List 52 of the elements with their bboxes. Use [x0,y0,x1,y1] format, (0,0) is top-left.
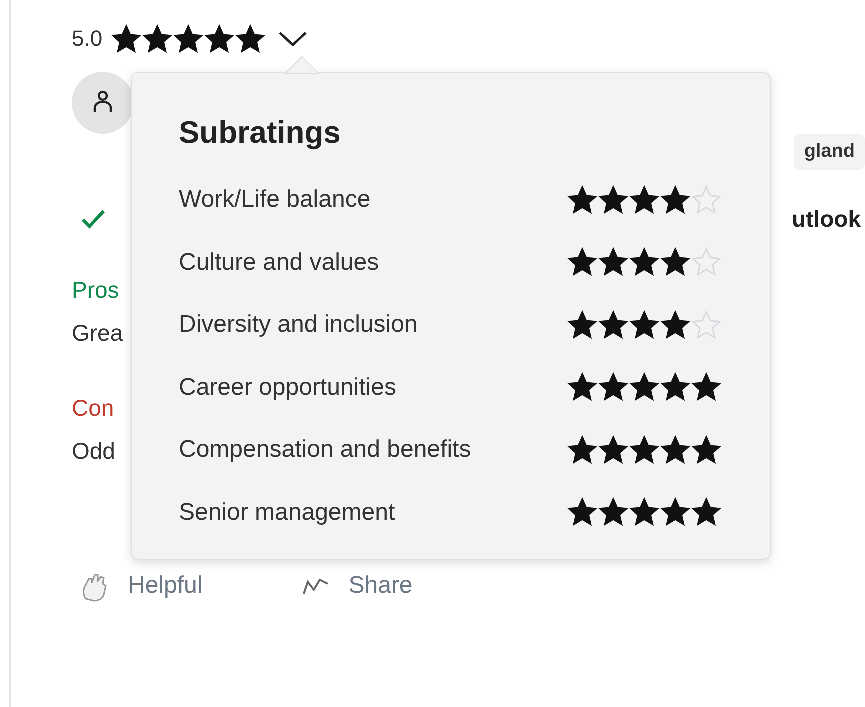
empty-star-icon [691,310,722,341]
star-icon [110,24,142,54]
subrating-label: Senior management [179,498,396,527]
cons-label: Con [72,395,114,422]
outlook-label: utlook [792,206,861,233]
chevron-down-icon[interactable] [278,29,308,49]
star-icon [629,372,660,404]
star-icon [142,24,173,54]
star-icon [660,247,691,278]
star-icon [660,184,691,216]
star-icon [598,497,629,528]
location-tag: gland [794,134,865,170]
subrating-label: Work/Life balance [179,186,371,214]
star-icon [660,372,691,404]
star-icon [567,372,598,404]
star-icon [660,497,691,528]
star-icon [598,247,629,278]
star-icon [598,184,629,216]
empty-star-icon [691,247,722,278]
star-icon [204,24,235,54]
star-icon [629,434,660,466]
empty-star-icon [691,184,722,216]
star-icon [567,310,598,341]
star-icon [567,434,598,466]
subrating-label: Diversity and inclusion [179,311,418,340]
star-icon [598,310,629,341]
star-icon [629,184,660,216]
helpful-link[interactable]: Helpful [128,572,203,600]
star-icon [629,497,660,528]
star-icon [567,497,598,528]
subrating-label: Compensation and benefits [179,436,472,464]
star-icon [598,434,629,466]
subrating-label: Culture and values [179,248,380,277]
star-icon [660,310,691,341]
popup-title: Subratings [179,115,341,151]
star-icon [691,372,722,404]
star-icon [172,24,204,54]
star-icon [629,310,660,341]
rating-value: 5.0 [72,26,103,52]
pros-label: Pros [72,277,120,304]
star-icon [567,184,598,216]
star-icon [660,434,691,466]
share-link[interactable]: Share [348,572,413,600]
star-icon [234,24,266,54]
star-icon [691,434,722,466]
star-icon [567,247,598,278]
star-icon [598,372,629,404]
pros-text: Grea [72,320,124,347]
subrating-label: Career opportunities [179,374,396,402]
star-icon [691,497,722,528]
cons-text: Odd [72,438,116,465]
star-icon [629,247,660,278]
